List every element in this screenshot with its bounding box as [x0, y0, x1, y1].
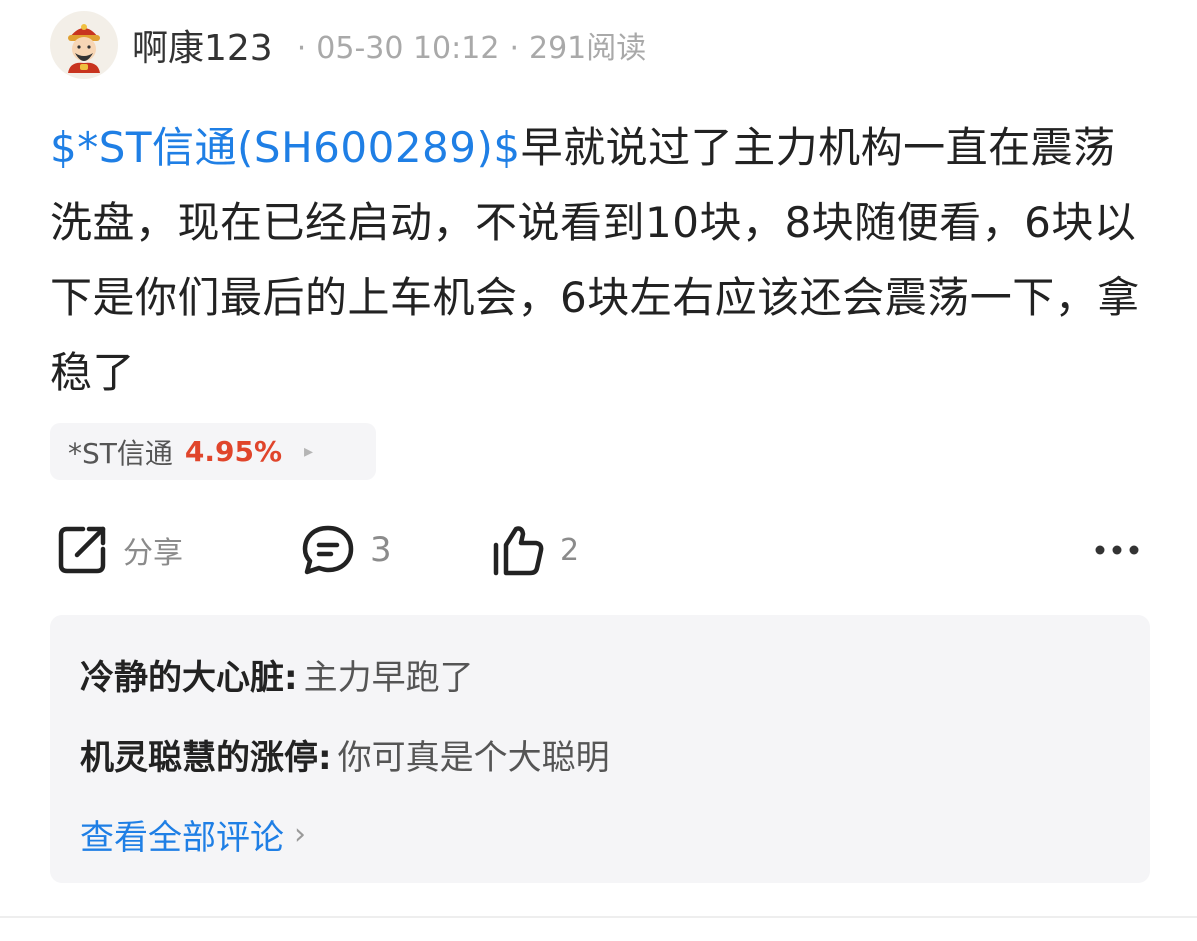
stock-tag-name: *ST信通: [68, 436, 173, 470]
post-header: 啊康123 · 05-30 10:12 · 291阅读: [50, 10, 646, 80]
comment-author[interactable]: 冷静的大心脏: [80, 658, 284, 698]
action-bar: 分享 3 2: [50, 520, 1150, 580]
comment-item[interactable]: 机灵聪慧的涨停: 你可真是个大聪明: [80, 730, 610, 779]
divider: [0, 916, 1197, 918]
share-button[interactable]: 分享: [55, 520, 183, 580]
post-date: 05-30 10:12: [316, 31, 500, 66]
god-of-wealth-avatar-icon[interactable]: [50, 11, 118, 79]
thumbs-up-icon: [490, 523, 546, 577]
chevron-right-icon: ›: [294, 817, 306, 852]
meta-separator: ·: [509, 31, 519, 66]
view-all-comments-link[interactable]: 查看全部评论 ›: [80, 810, 306, 859]
comment-count: 3: [370, 530, 392, 570]
view-all-label: 查看全部评论: [80, 818, 284, 858]
comment-text: 你可真是个大聪明: [337, 738, 610, 778]
comments-preview: 冷静的大心脏: 主力早跑了 机灵聪慧的涨停: 你可真是个大聪明 查看全部评论 ›: [50, 615, 1150, 883]
comment-author[interactable]: 机灵聪慧的涨停: [80, 738, 318, 778]
like-button[interactable]: 2: [490, 520, 579, 580]
more-options-button[interactable]: [1094, 520, 1140, 580]
comment-colon: :: [284, 658, 298, 698]
post-meta: · 05-30 10:12 · 291阅读: [287, 23, 647, 67]
comment-bubble-icon: [300, 523, 356, 577]
like-count: 2: [560, 532, 580, 568]
comment-button[interactable]: 3: [300, 520, 392, 580]
more-dots-icon: [1094, 544, 1140, 556]
stock-tag-change: 4.95%: [184, 435, 283, 468]
username[interactable]: 啊康123: [132, 19, 273, 71]
read-count: 291阅读: [528, 31, 647, 66]
comment-colon: :: [318, 738, 332, 778]
comment-text: 主力早跑了: [303, 658, 474, 698]
meta-separator: ·: [296, 31, 307, 66]
stock-tag[interactable]: *ST信通 4.95% ▸: [50, 423, 376, 480]
stock-link[interactable]: $*ST信通(SH600289)$: [50, 123, 521, 172]
share-label: 分享: [123, 536, 183, 571]
post-content: $*ST信通(SH600289)$早就说过了主力机构一直在震荡洗盘，现在已经启动…: [50, 110, 1150, 410]
share-icon: [55, 523, 109, 577]
comment-item[interactable]: 冷静的大心脏: 主力早跑了: [80, 650, 474, 699]
play-arrow-icon: ▸: [304, 441, 314, 462]
